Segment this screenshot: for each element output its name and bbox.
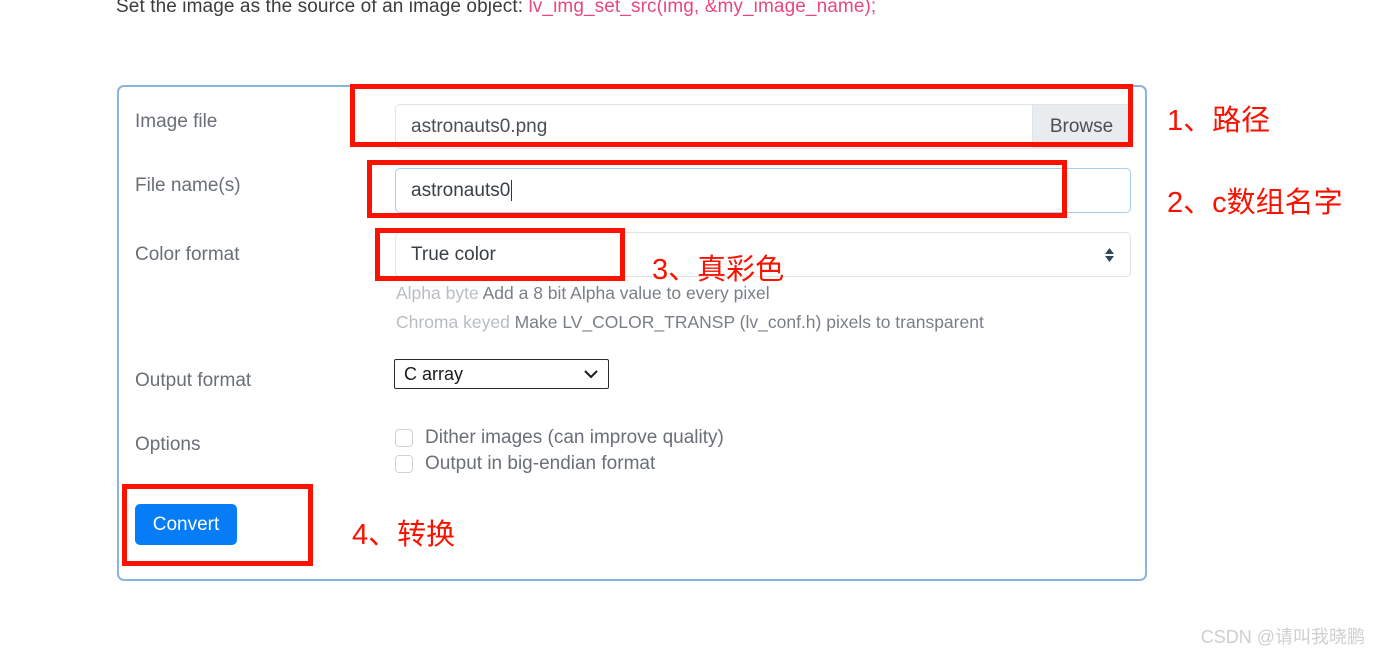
checkbox-big-endian-box[interactable] [395,455,413,473]
checkbox-dither-label: Dither images (can improve quality) [425,427,724,448]
chevron-down-icon [584,370,598,379]
output-format-value: C array [404,363,464,384]
label-image-file: Image file [135,111,218,132]
csdn-watermark: CSDN @请叫我晓鹏 [1200,627,1365,647]
intro-code-snippet: lv_img_set_src(img, &my_image_name); [528,0,877,17]
label-color-format: Color format [135,244,240,265]
stepper-updown-icon [1103,245,1116,265]
converter-form-panel: Image file astronauts0.png Browse File n… [117,85,1147,581]
hint-chroma-keyed-rest: Make LV_COLOR_TRANSP (lv_conf.h) pixels … [509,312,984,332]
label-output-format: Output format [135,370,252,391]
file-names-input[interactable]: astronauts0 [395,168,1131,213]
file-names-value: astronauts0 [411,179,511,201]
text-caret [511,180,513,201]
color-format-value: True color [411,243,496,265]
checkbox-big-endian-label: Output in big-endian format [425,453,656,474]
checkbox-dither-images[interactable]: Dither images (can improve quality) [395,427,724,449]
annotation-label-4: 4、转换 [352,519,456,551]
image-file-input-group[interactable]: astronauts0.png Browse [395,104,1131,149]
hint-alpha-byte-lead: Alpha byte [396,283,479,303]
hint-chroma-keyed: Chroma keyed Make LV_COLOR_TRANSP (lv_co… [396,312,984,333]
intro-text: Set the image as the source of an image … [116,0,876,18]
browse-button[interactable]: Browse [1032,105,1130,148]
image-file-value: astronauts0.png [411,115,548,137]
checkbox-big-endian[interactable]: Output in big-endian format [395,453,655,475]
annotation-label-2: 2、c数组名字 [1167,187,1343,219]
convert-button[interactable]: Convert [135,504,237,545]
output-format-select[interactable]: C array [394,359,609,389]
intro-text-plain: Set the image as the source of an image … [116,0,529,17]
label-options: Options [135,434,201,455]
annotation-label-3: 3、真彩色 [652,254,785,286]
annotation-label-1: 1、路径 [1167,105,1271,137]
hint-chroma-keyed-lead: Chroma keyed [396,312,510,332]
label-file-names: File name(s) [135,175,241,196]
checkbox-dither-box[interactable] [395,429,413,447]
